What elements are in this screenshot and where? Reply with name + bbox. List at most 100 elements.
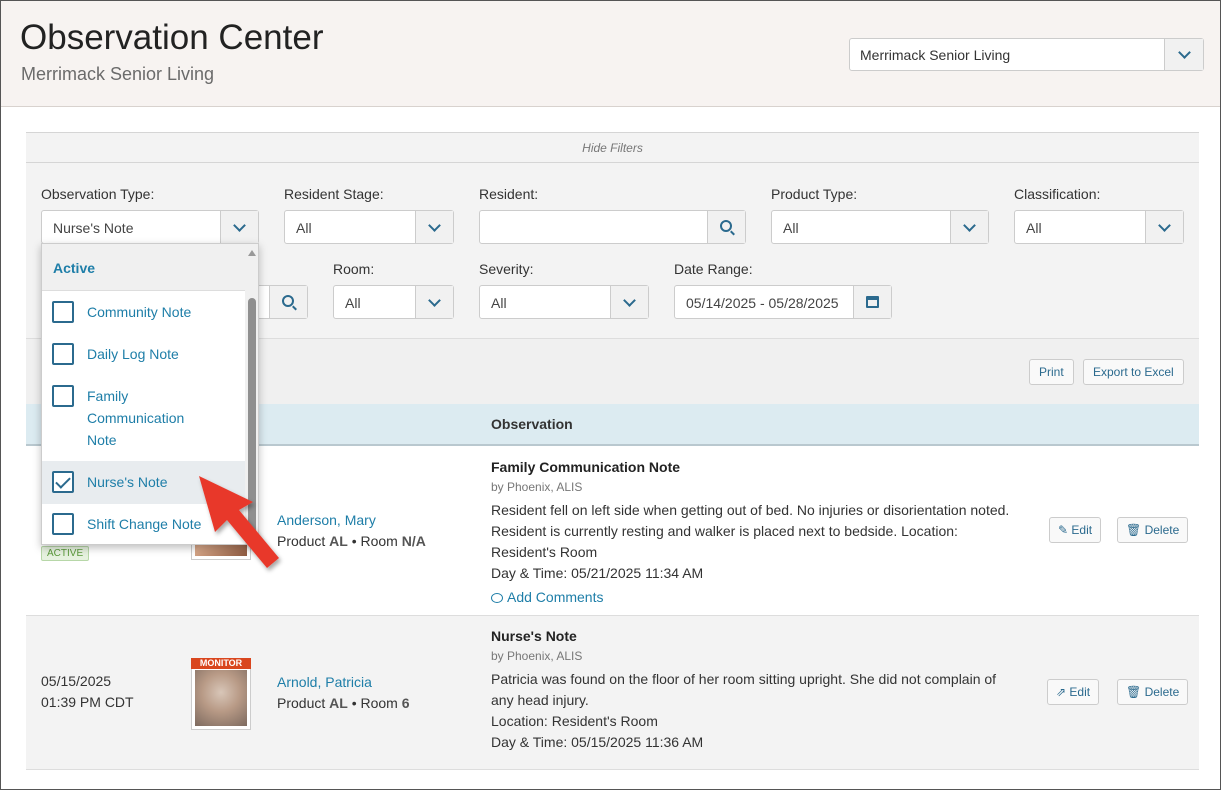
- observation-line: any head injury.: [491, 692, 589, 708]
- resident-search-button[interactable]: [707, 211, 745, 243]
- add-comments-link[interactable]: Add Comments: [491, 589, 603, 605]
- resident-stage-select[interactable]: All: [284, 210, 454, 244]
- chevron-down-icon: [1177, 46, 1191, 59]
- chevron-down-icon: [428, 293, 441, 307]
- table-row: 05/15/2025 01:39 PM CDT MONITOR Arnold, …: [26, 616, 1199, 770]
- resident-label: Resident:: [479, 186, 539, 202]
- observation-text: Resident fell on left side when getting …: [491, 500, 1021, 584]
- option-label: Daily Log Note: [87, 346, 179, 362]
- dropdown-option-daily-log-note[interactable]: Daily Log Note: [42, 334, 245, 377]
- observation-text: Patricia was found on the floor of her r…: [491, 669, 1021, 753]
- classification-select[interactable]: All: [1014, 210, 1184, 244]
- product-value: AL: [329, 695, 348, 711]
- checkbox[interactable]: [52, 513, 74, 535]
- calendar-button[interactable]: [853, 286, 891, 318]
- chevron-down-icon: [233, 218, 246, 232]
- resident-stage-toggle[interactable]: [415, 211, 453, 243]
- chevron-down-icon: [963, 218, 976, 232]
- date-value: 05/15/2025: [41, 673, 112, 689]
- observation-line: Resident fell on left side when getting …: [491, 502, 1010, 518]
- edit-button[interactable]: ✎ Edit: [1049, 517, 1102, 543]
- dropdown-option-family-communication-note[interactable]: Family Communication Note: [42, 377, 245, 461]
- page-subtitle: Merrimack Senior Living: [21, 64, 215, 84]
- resident-search-input[interactable]: [479, 210, 746, 244]
- edit-button[interactable]: ⇗ Edit: [1047, 679, 1100, 705]
- resident-name-link[interactable]: Anderson, Mary: [277, 512, 376, 528]
- observation-author: by Phoenix, ALIS: [491, 480, 583, 494]
- delete-label: Delete: [1144, 685, 1180, 699]
- resident-product-room: Product AL • Room N/A: [277, 533, 426, 549]
- classification-value: All: [1026, 220, 1042, 236]
- facility-select-value: Merrimack Senior Living: [860, 47, 1011, 63]
- hide-filters-toggle[interactable]: Hide Filters: [26, 133, 1199, 163]
- room-label: Room:: [333, 261, 375, 277]
- observation-line: Day & Time: 05/15/2025 11:36 AM: [491, 734, 704, 750]
- classification-toggle[interactable]: [1145, 211, 1183, 243]
- trash-icon: 🗑: [1126, 685, 1142, 699]
- room-select[interactable]: All: [333, 285, 454, 319]
- external-link-icon: ⇗: [1056, 685, 1067, 699]
- product-type-select[interactable]: All: [771, 210, 989, 244]
- calendar-icon: [866, 296, 879, 308]
- product-prefix: Product: [277, 695, 326, 711]
- severity-select[interactable]: All: [479, 285, 649, 319]
- search-icon: [281, 295, 294, 307]
- resident-photo: MONITOR: [191, 658, 251, 730]
- edit-icon: ✎: [1058, 523, 1069, 537]
- observation-title: Family Communication Note: [491, 459, 681, 475]
- resident-name-link[interactable]: Arnold, Patricia: [277, 674, 372, 690]
- date-range-value: 05/14/2025 - 05/28/2025: [686, 295, 839, 311]
- column-header-observation[interactable]: Observation: [491, 416, 573, 432]
- resident-stage-label: Resident Stage:: [284, 186, 384, 202]
- resident-stage-value: All: [296, 220, 312, 236]
- classification-label: Classification:: [1014, 186, 1101, 202]
- product-type-value: All: [783, 220, 799, 236]
- chevron-down-icon: [623, 293, 636, 307]
- delete-button[interactable]: 🗑 Delete: [1117, 679, 1189, 705]
- monitor-tag: MONITOR: [191, 658, 251, 669]
- delete-label: Delete: [1144, 523, 1180, 537]
- export-excel-button[interactable]: Export to Excel: [1083, 359, 1184, 385]
- pointer-arrow-icon: [199, 476, 279, 568]
- app-window: Observation Center Merrimack Senior Livi…: [0, 0, 1221, 790]
- status-badge: ACTIVE: [41, 546, 90, 561]
- observation-type-select[interactable]: Nurse's Note: [41, 210, 259, 244]
- room-value: All: [345, 295, 361, 311]
- edit-label: Edit: [1069, 685, 1091, 699]
- observation-type-toggle[interactable]: [220, 211, 258, 243]
- facility-select[interactable]: Merrimack Senior Living: [849, 38, 1204, 71]
- product-type-toggle[interactable]: [950, 211, 988, 243]
- chevron-down-icon: [428, 218, 441, 232]
- observation-line: Patricia was found on the floor of her r…: [491, 671, 997, 687]
- severity-toggle[interactable]: [610, 286, 648, 318]
- dropdown-option-community-note[interactable]: Community Note: [42, 291, 245, 334]
- dropdown-group-label: Active: [53, 260, 96, 276]
- date-range-label: Date Range:: [674, 261, 753, 277]
- room-toggle[interactable]: [415, 286, 453, 318]
- checkbox[interactable]: [52, 301, 74, 323]
- page-header: Observation Center Merrimack Senior Livi…: [1, 1, 1220, 107]
- facility-select-toggle[interactable]: [1164, 39, 1203, 70]
- observation-type-value: Nurse's Note: [53, 220, 134, 236]
- delete-button[interactable]: 🗑 Delete: [1117, 517, 1189, 543]
- scroll-up-icon[interactable]: [248, 250, 256, 256]
- checkbox-checked[interactable]: [52, 471, 74, 493]
- trash-icon: 🗑: [1126, 523, 1142, 537]
- room-value: 6: [401, 695, 410, 711]
- room-prefix: • Room: [351, 695, 398, 711]
- option-label: Community Note: [87, 304, 192, 320]
- observation-author: by Phoenix, ALIS: [491, 649, 583, 663]
- print-button[interactable]: Print: [1029, 359, 1074, 385]
- observation-line: Resident's Room: [491, 544, 598, 560]
- search-icon: [719, 220, 732, 232]
- page-title: Observation Center: [20, 18, 324, 57]
- observation-title: Nurse's Note: [491, 628, 577, 644]
- date-range-input[interactable]: 05/14/2025 - 05/28/2025: [674, 285, 892, 319]
- edit-label: Edit: [1071, 523, 1093, 537]
- checkbox[interactable]: [52, 343, 74, 365]
- severity-value: All: [491, 295, 507, 311]
- resident-product-room: Product AL • Room 6: [277, 695, 410, 711]
- room-value: N/A: [401, 533, 426, 549]
- checkbox[interactable]: [52, 385, 74, 407]
- room-search-button[interactable]: [269, 286, 307, 318]
